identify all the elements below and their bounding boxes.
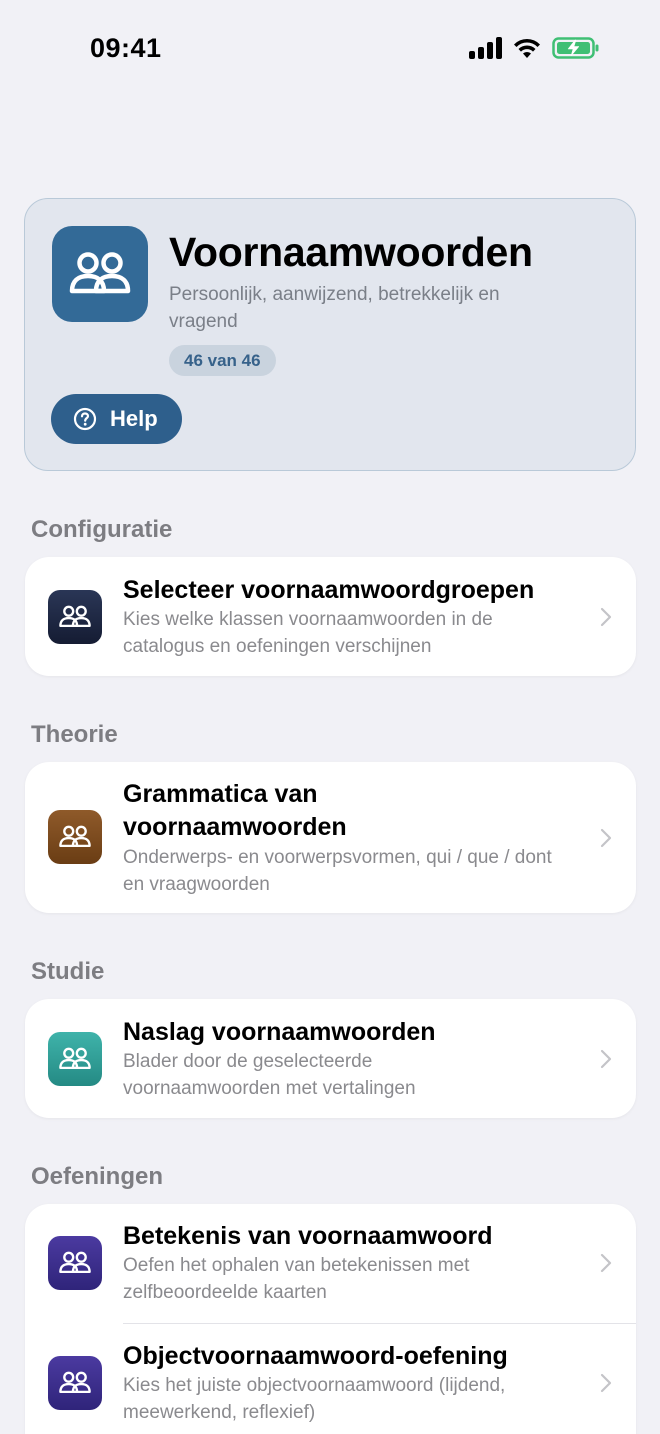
status-time: 09:41 bbox=[90, 33, 162, 63]
wifi-icon bbox=[514, 38, 540, 58]
section-card-studie: Naslag voornaamwoorden Blader door de ge… bbox=[25, 999, 636, 1118]
question-circle-icon bbox=[73, 407, 97, 431]
row-title: Naslag voornaamwoorden bbox=[123, 1018, 436, 1046]
section-card-oefeningen: Betekenis van voornaamwoord Oefen het op… bbox=[25, 1204, 636, 1434]
topic-icon-tile bbox=[52, 226, 148, 322]
row-icon-tile bbox=[48, 1236, 102, 1290]
section-title-theorie: Theorie bbox=[31, 721, 118, 748]
row-title: Objectvoornaamwoord-oefening bbox=[123, 1342, 508, 1370]
list-item-reference[interactable]: Naslag voornaamwoorden Blader door de ge… bbox=[25, 999, 636, 1118]
section-title-oefeningen: Oefeningen bbox=[31, 1163, 164, 1190]
row-subtitle: Kies welke klassen voornaamwoorden in de… bbox=[123, 609, 493, 657]
progress-badge: 46 van 46 bbox=[169, 345, 276, 376]
cellular-signal-icon bbox=[469, 37, 502, 59]
chevron-right-icon bbox=[600, 1253, 612, 1273]
status-bar: 09:41 bbox=[0, 0, 660, 96]
row-icon-tile bbox=[48, 1032, 102, 1086]
chevron-right-icon bbox=[600, 607, 612, 627]
row-icon-tile bbox=[48, 1356, 102, 1410]
people-icon bbox=[59, 1251, 91, 1274]
help-button-label: Help bbox=[110, 406, 158, 431]
chevron-right-icon bbox=[600, 828, 612, 848]
chevron-right-icon bbox=[600, 1049, 612, 1069]
section-title-configuratie: Configuratie bbox=[31, 516, 173, 543]
page-subtitle: Persoonlijk, aanwijzend, betrekkelijk en… bbox=[169, 284, 500, 332]
row-subtitle: Oefen het ophalen van betekenissen met z… bbox=[123, 1255, 470, 1303]
row-icon-tile bbox=[48, 590, 102, 644]
list-item-select-groups[interactable]: Selecteer voornaamwoordgroepen Kies welk… bbox=[25, 557, 636, 676]
row-subtitle: Onderwerps- en voorwerpsvormen, qui / qu… bbox=[123, 847, 552, 895]
row-icon-tile bbox=[48, 810, 102, 864]
row-subtitle: Blader door de geselecteerde voornaamwoo… bbox=[123, 1051, 416, 1099]
row-title: Selecteer voornaamwoordgroepen bbox=[123, 576, 535, 604]
battery-charging-icon bbox=[552, 37, 599, 59]
people-icon bbox=[59, 1371, 91, 1394]
people-icon bbox=[59, 1047, 91, 1070]
status-icons bbox=[469, 36, 600, 60]
row-title: Betekenis van voornaamwoord bbox=[123, 1222, 493, 1250]
people-icon bbox=[69, 252, 131, 294]
row-title: Grammatica van voornaamwoorden bbox=[123, 780, 347, 841]
row-subtitle: Kies het juiste objectvoornaamwoord (lij… bbox=[123, 1375, 506, 1423]
help-button[interactable]: Help bbox=[51, 394, 182, 444]
section-card-theorie: Grammatica van voornaamwoorden Onderwerp… bbox=[25, 762, 636, 913]
people-icon bbox=[59, 605, 91, 628]
list-item-meaning-exercise[interactable]: Betekenis van voornaamwoord Oefen het op… bbox=[25, 1204, 636, 1324]
page-title: Voornaamwoorden bbox=[169, 229, 533, 275]
list-item-grammar[interactable]: Grammatica van voornaamwoorden Onderwerp… bbox=[25, 762, 636, 913]
list-item-object-pronoun-exercise[interactable]: Objectvoornaamwoord-oefening Kies het ju… bbox=[25, 1324, 636, 1434]
people-icon bbox=[59, 825, 91, 848]
topic-header-card: Voornaamwoorden Persoonlijk, aanwijzend,… bbox=[24, 198, 636, 471]
section-card-configuratie: Selecteer voornaamwoordgroepen Kies welk… bbox=[25, 557, 636, 676]
chevron-right-icon bbox=[600, 1373, 612, 1393]
section-title-studie: Studie bbox=[31, 958, 105, 985]
